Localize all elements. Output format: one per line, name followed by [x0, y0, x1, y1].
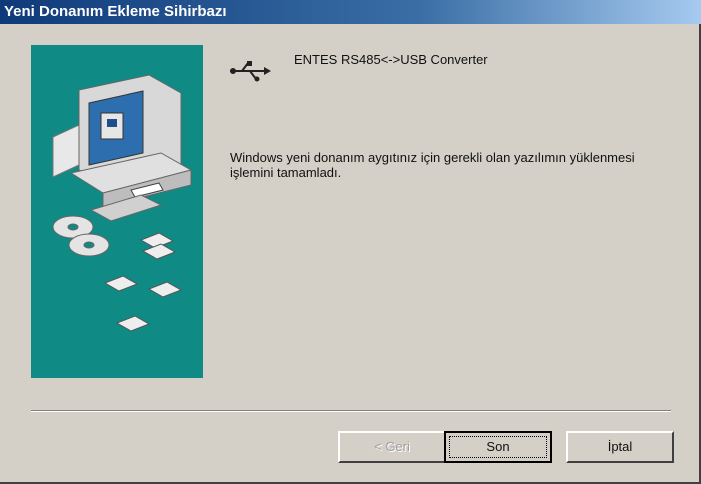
- cancel-button[interactable]: İptal: [566, 431, 674, 463]
- window-title: Yeni Donanım Ekleme Sihirbazı: [4, 3, 227, 20]
- finish-button[interactable]: Son: [444, 431, 552, 463]
- focus-rect: [449, 436, 547, 458]
- separator: [31, 410, 671, 412]
- usb-icon: [228, 60, 272, 87]
- title-bar[interactable]: Yeni Donanım Ekleme Sihirbazı: [0, 0, 701, 24]
- device-name: ENTES RS485<->USB Converter: [294, 52, 488, 67]
- cd-icon: [52, 215, 110, 257]
- computer-illustration-icon: [52, 74, 193, 222]
- wizard-window: Yeni Donanım Ekleme Sihirbazı ENTES RS48…: [0, 0, 701, 484]
- diskette-icon: [103, 232, 183, 332]
- wizard-illustration-panel: [31, 45, 203, 378]
- completion-message: Windows yeni donanım aygıtınız için gere…: [230, 150, 635, 180]
- back-button[interactable]: < Geri: [338, 431, 446, 463]
